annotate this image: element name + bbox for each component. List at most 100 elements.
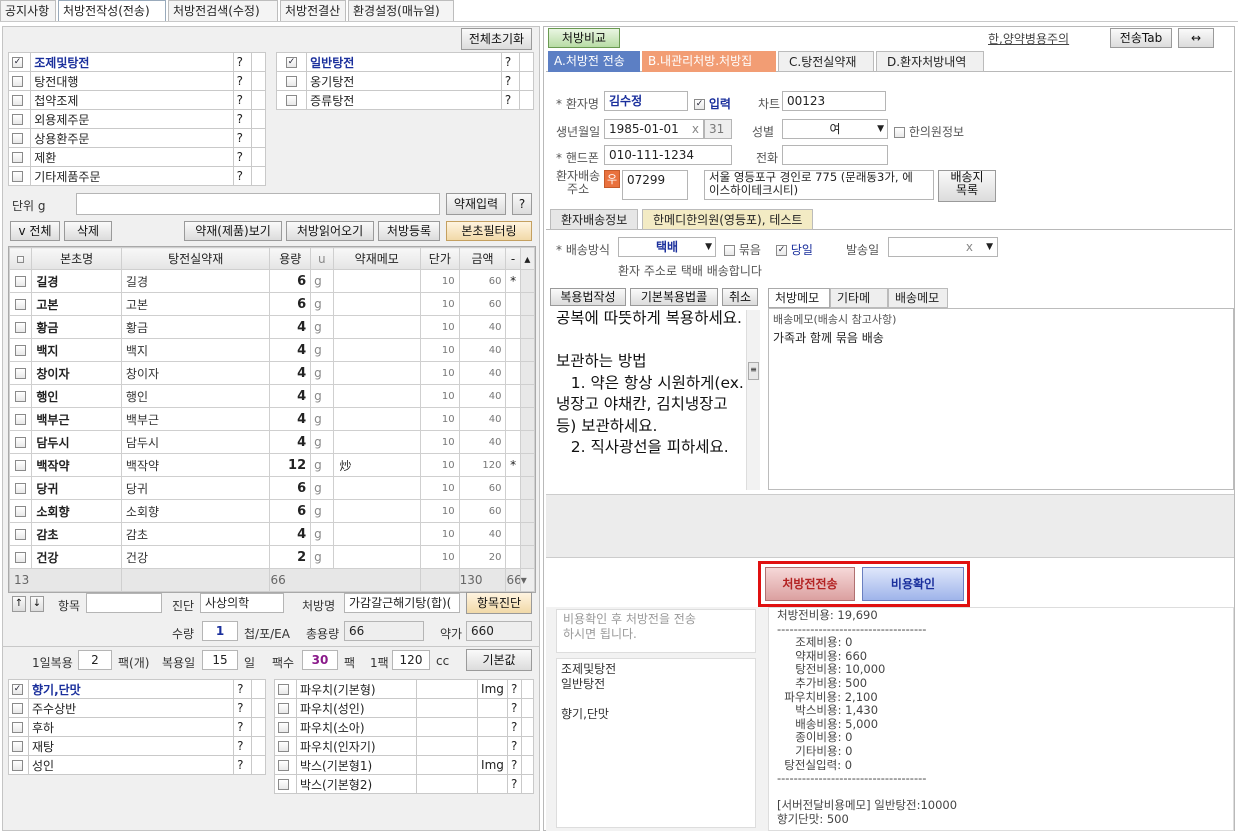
- image-link[interactable]: [477, 698, 509, 718]
- tab-rx-send[interactable]: A.처방전 전송: [548, 51, 640, 72]
- cost-check-button[interactable]: 비용확인: [862, 567, 964, 601]
- category-row[interactable]: 제환?: [7, 147, 267, 167]
- menu-notice[interactable]: 공지사항: [0, 0, 56, 21]
- zipcode-input[interactable]: 07299: [622, 170, 688, 200]
- qty-cell[interactable]: 4: [269, 522, 312, 546]
- packaging-row[interactable]: 파우치(소아)?: [274, 717, 534, 737]
- row-checkbox[interactable]: [8, 430, 33, 454]
- row-checkbox[interactable]: [8, 545, 33, 569]
- reset-all-button[interactable]: 전체초기화: [461, 28, 532, 50]
- qty-cell[interactable]: 6: [269, 269, 312, 293]
- sameday-checkbox[interactable]: ✓ 당일: [776, 241, 813, 258]
- category-checkbox[interactable]: [12, 95, 23, 106]
- default-button[interactable]: 기본값: [466, 649, 532, 671]
- flavor-checkbox[interactable]: [12, 722, 23, 733]
- help-icon[interactable]: ?: [233, 755, 253, 775]
- qty-cell[interactable]: 4: [269, 407, 312, 431]
- move-up-button[interactable]: ↑: [12, 596, 26, 612]
- help-icon[interactable]: ?: [500, 71, 520, 91]
- col-header[interactable]: 약재메모: [332, 247, 421, 270]
- delivery-memo-box[interactable]: 배송메모(배송시 참고사항) 가족과 함께 묶음 배송: [768, 308, 1234, 490]
- view-herb-button[interactable]: 약재(제품)보기: [184, 221, 282, 241]
- item-diag-button[interactable]: 항목진단: [466, 592, 532, 614]
- menu-settings[interactable]: 환경설정(매뉴얼): [348, 0, 454, 21]
- help-icon[interactable]: ?: [507, 717, 522, 737]
- packaging-row[interactable]: 파우치(기본형) Img?: [274, 679, 534, 699]
- help-icon[interactable]: ?: [233, 736, 253, 756]
- memo-cell[interactable]: [332, 361, 421, 385]
- memo-cell[interactable]: [332, 338, 421, 362]
- packaging-checkbox[interactable]: [278, 741, 289, 752]
- qty-cell[interactable]: 6: [269, 292, 312, 316]
- table-row[interactable]: 당귀 당귀 6 g 10 60: [8, 476, 536, 500]
- row-checkbox[interactable]: [8, 361, 33, 385]
- row-checkbox[interactable]: [8, 407, 33, 431]
- tab-etc-memo[interactable]: 기타메모: [830, 288, 888, 324]
- category-checkbox[interactable]: ✓: [12, 57, 23, 68]
- write-usage-button[interactable]: 복용법작성: [550, 288, 626, 306]
- table-row[interactable]: 백부근 백부근 4 g 10 40: [8, 407, 536, 431]
- delete-button[interactable]: 삭제: [64, 221, 112, 241]
- days-input[interactable]: 15: [202, 650, 238, 670]
- table-row[interactable]: 감초 감초 4 g 10 40: [8, 522, 536, 546]
- flavor-row[interactable]: 재탕?: [8, 736, 266, 756]
- category-checkbox[interactable]: [12, 171, 23, 182]
- category-row[interactable]: 상용환주문?: [7, 128, 267, 148]
- memo-cell[interactable]: [332, 315, 421, 339]
- row-checkbox[interactable]: [8, 522, 33, 546]
- packaging-row[interactable]: 박스(기본형1) Img?: [274, 755, 534, 775]
- packs-input[interactable]: 30: [302, 650, 338, 670]
- birth-input[interactable]: 1985-01-01 x: [604, 119, 704, 139]
- table-row[interactable]: 백작약 백작약 12 g 炒 10 120 *: [8, 453, 536, 477]
- row-checkbox-box[interactable]: [15, 483, 27, 494]
- table-row[interactable]: 담두시 담두시 4 g 10 40: [8, 430, 536, 454]
- daily-input[interactable]: 2: [78, 650, 112, 670]
- table-row[interactable]: 창이자 창이자 4 g 10 40: [8, 361, 536, 385]
- tab-patient-shipping[interactable]: 환자배송정보: [550, 209, 639, 230]
- table-row[interactable]: 백지 백지 4 g 10 40: [8, 338, 536, 362]
- category-row[interactable]: 첩약조제?: [7, 90, 267, 110]
- table-row[interactable]: 건강 건강 2 g 10 20: [8, 545, 536, 569]
- image-link[interactable]: Img: [477, 755, 509, 775]
- col-header[interactable]: 단가: [420, 247, 460, 270]
- help-icon[interactable]: ?: [232, 166, 252, 186]
- row-checkbox-box[interactable]: [15, 345, 27, 356]
- qty-cell[interactable]: 4: [269, 384, 312, 408]
- memo-cell[interactable]: [332, 292, 421, 316]
- row-checkbox[interactable]: [8, 384, 33, 408]
- image-link[interactable]: [477, 736, 509, 756]
- help-icon[interactable]: ?: [232, 71, 252, 91]
- usage-text[interactable]: 공복에 따뜻하게 복용하세요. 보관하는 방법 1. 약은 항상 시원하게(ex…: [556, 308, 762, 490]
- tab-clinic-shipping[interactable]: 한메디한의원(영등포), 테스트: [642, 209, 814, 230]
- help-icon[interactable]: ?: [507, 736, 522, 756]
- rx-name-input[interactable]: 가감갈근해기탕(합)(: [344, 593, 460, 613]
- packaging-checkbox[interactable]: [278, 703, 289, 714]
- per-pack-input[interactable]: 120: [392, 650, 430, 670]
- load-rx-button[interactable]: 처방읽어오기: [286, 221, 374, 241]
- category-checkbox[interactable]: [286, 76, 298, 87]
- register-rx-button[interactable]: 처방등록: [378, 221, 440, 241]
- usage-scrollbar[interactable]: ≡: [746, 310, 760, 490]
- clear-icon[interactable]: x: [966, 238, 973, 256]
- category-checkbox[interactable]: [286, 95, 298, 106]
- herb-input-button[interactable]: 약재입력: [446, 193, 506, 215]
- qty-cell[interactable]: 4: [269, 361, 312, 385]
- table-row[interactable]: 길경 길경 6 g 10 60 *: [8, 269, 536, 293]
- category-row[interactable]: 탕전대행?: [7, 71, 267, 91]
- memo-cell[interactable]: [332, 476, 421, 500]
- help-icon[interactable]: ?: [233, 698, 253, 718]
- packaging-row[interactable]: 파우치(성인)?: [274, 698, 534, 718]
- category-row[interactable]: 외용제주문?: [7, 109, 267, 129]
- tab-herb-room[interactable]: C.탕전실약재: [778, 51, 874, 72]
- qty-cell[interactable]: 4: [269, 338, 312, 362]
- packaging-checkbox[interactable]: [278, 779, 289, 790]
- sex-select[interactable]: 여 ▼: [782, 119, 888, 139]
- qty-cell[interactable]: 6: [269, 499, 312, 523]
- qty-cell[interactable]: 4: [269, 315, 312, 339]
- category-checkbox[interactable]: ✓: [286, 57, 298, 68]
- memo-cell[interactable]: [332, 269, 421, 293]
- help-icon[interactable]: ?: [233, 679, 253, 699]
- memo-cell[interactable]: [332, 384, 421, 408]
- qty-cell[interactable]: 6: [269, 476, 312, 500]
- qty-cell[interactable]: 4: [269, 430, 312, 454]
